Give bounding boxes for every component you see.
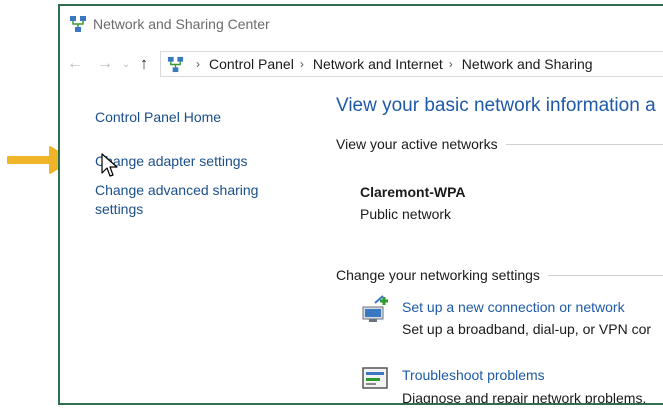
section-divider bbox=[505, 143, 663, 145]
page-title: View your basic network information a bbox=[336, 95, 656, 116]
title-bar: Network and Sharing Center bbox=[60, 6, 663, 42]
change-advanced-sharing-link-line2[interactable]: settings bbox=[95, 200, 143, 219]
active-networks-section: View your active networks bbox=[336, 136, 663, 152]
change-advanced-sharing-link[interactable]: Change advanced sharing bbox=[95, 181, 258, 200]
back-button[interactable]: ← bbox=[60, 55, 90, 73]
section-divider bbox=[547, 274, 663, 276]
active-networks-label: View your active networks bbox=[336, 136, 498, 152]
control-panel-home-link[interactable]: Control Panel Home bbox=[95, 108, 221, 127]
change-settings-section: Change your networking settings bbox=[336, 267, 663, 283]
set-up-connection-link[interactable]: Set up a new connection or network bbox=[402, 299, 625, 315]
breadcrumb-network-sharing[interactable]: Network and Sharing bbox=[462, 56, 593, 72]
change-settings-label: Change your networking settings bbox=[336, 267, 540, 283]
address-bar: ← → ⌄ ↑ › Control Panel › Network and In… bbox=[60, 51, 663, 77]
breadcrumb-separator-icon: › bbox=[196, 57, 200, 71]
network-center-icon bbox=[70, 16, 86, 32]
window-title: Network and Sharing Center bbox=[93, 16, 270, 32]
network-sharing-window: Network and Sharing Center ← → ⌄ ↑ › Con… bbox=[58, 4, 663, 405]
recent-locations-chevron-down-icon[interactable]: ⌄ bbox=[120, 59, 132, 70]
network-connection-icon bbox=[362, 295, 388, 322]
troubleshoot-problems-description: Diagnose and repair network problems, bbox=[402, 390, 647, 405]
troubleshoot-problems-link[interactable]: Troubleshoot problems bbox=[402, 367, 545, 383]
mouse-cursor-icon bbox=[101, 153, 118, 177]
network-name: Claremont-WPA bbox=[360, 184, 466, 200]
left-pane: Control Panel Home Change adapter settin… bbox=[60, 78, 322, 403]
main-content: View your basic network information a Vi… bbox=[322, 78, 663, 403]
set-up-connection-description: Set up a broadband, dial-up, or VPN cor bbox=[402, 321, 652, 337]
breadcrumb-separator-icon: › bbox=[448, 57, 453, 71]
breadcrumb-control-panel[interactable]: Control Panel bbox=[209, 56, 294, 72]
up-button[interactable]: ↑ bbox=[132, 54, 156, 74]
breadcrumb-separator-icon: › bbox=[299, 57, 304, 71]
breadcrumb[interactable]: › Control Panel › Network and Internet ›… bbox=[160, 51, 663, 77]
breadcrumb-network-internet[interactable]: Network and Internet bbox=[313, 56, 443, 72]
forward-button[interactable]: → bbox=[90, 55, 120, 73]
troubleshoot-icon bbox=[362, 367, 388, 389]
network-center-icon bbox=[167, 56, 184, 72]
network-type: Public network bbox=[360, 206, 452, 222]
